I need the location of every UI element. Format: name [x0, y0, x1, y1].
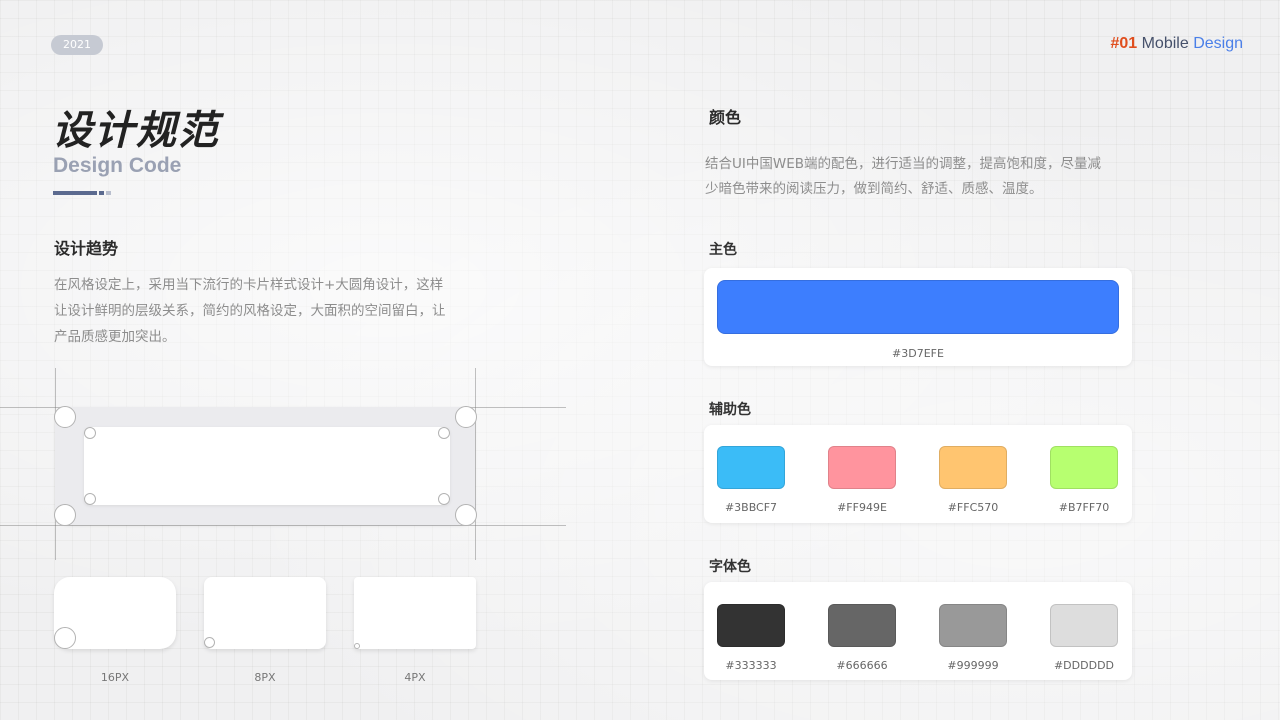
page-subtitle: Design Code	[53, 154, 182, 177]
corner-radius-marker	[84, 427, 96, 439]
font-swatch	[1050, 604, 1118, 647]
title-underline	[53, 191, 97, 195]
corner-radius-marker	[455, 406, 477, 428]
corner-radius-marker	[438, 493, 450, 505]
secondary-swatch	[717, 446, 785, 489]
font-swatch	[828, 604, 896, 647]
primary-color-label: 主色	[709, 242, 737, 258]
corner-radius-marker	[455, 504, 477, 526]
secondary-hex: #B7FF70	[1058, 501, 1110, 514]
secondary-swatch	[1050, 446, 1118, 489]
inner-card-illustration	[84, 427, 450, 505]
font-swatch	[939, 604, 1007, 647]
color-line: 结合UI中国WEB端的配色，进行适当的调整，提高饱和度，尽量减	[705, 156, 1102, 172]
brand-number: #01	[1110, 35, 1138, 52]
corner-radius-marker	[204, 637, 215, 648]
font-hex: #333333	[725, 659, 777, 672]
brand-word-design: Design	[1193, 35, 1243, 52]
corner-radius-marker	[54, 406, 76, 428]
corner-radius-marker	[54, 504, 76, 526]
font-hex: #666666	[836, 659, 888, 672]
brand-title: #01 Mobile Design	[1110, 35, 1243, 53]
secondary-hex: #FFC570	[947, 501, 999, 514]
font-color-label: 字体色	[709, 559, 751, 575]
secondary-hex: #FF949E	[837, 501, 887, 514]
trend-line: 让设计鲜明的层级关系，简约的风格设定，大面积的空间留白，让	[54, 303, 446, 319]
color-heading: 颜色	[709, 108, 742, 127]
year-badge: 2021	[51, 35, 103, 55]
secondary-swatch	[939, 446, 1007, 489]
guide-line	[0, 525, 566, 526]
secondary-color-label: 辅助色	[709, 402, 751, 418]
trend-description: 在风格设定上，采用当下流行的卡片样式设计+大圆角设计，这样 让设计鲜明的层级关系…	[54, 272, 494, 350]
secondary-hex: #3BBCF7	[724, 501, 778, 514]
corner-radius-marker	[84, 493, 96, 505]
radius-4-card	[354, 577, 476, 649]
title-underline-dot	[99, 191, 104, 195]
primary-color-panel: #3D7EFE	[704, 268, 1132, 366]
secondary-swatch	[828, 446, 896, 489]
corner-radius-marker	[354, 643, 360, 649]
trend-line: 产品质感更加突出。	[54, 329, 176, 345]
corner-radius-marker	[438, 427, 450, 439]
font-hex: #999999	[947, 659, 999, 672]
color-line: 少暗色带来的阅读压力，做到简约、舒适、质感、温度。	[705, 181, 1043, 197]
primary-swatch	[717, 280, 1119, 334]
title-underline-dot	[106, 191, 111, 195]
radius-8-card	[204, 577, 326, 649]
font-color-panel: #333333 #666666 #999999 #DDDDDD	[704, 582, 1132, 680]
guide-line	[475, 368, 476, 560]
page-title: 设计规范	[52, 108, 220, 154]
radius-label: 8PX	[254, 671, 276, 684]
font-hex: #DDDDDD	[1053, 659, 1115, 672]
radius-label: 16PX	[100, 671, 130, 684]
trend-line: 在风格设定上，采用当下流行的卡片样式设计+大圆角设计，这样	[54, 277, 444, 293]
font-swatch	[717, 604, 785, 647]
color-description: 结合UI中国WEB端的配色，进行适当的调整，提高饱和度，尽量减 少暗色带来的阅读…	[705, 152, 1145, 202]
brand-word-mobile: Mobile	[1141, 35, 1189, 52]
primary-hex: #3D7EFE	[892, 347, 944, 360]
secondary-color-panel: #3BBCF7 #FF949E #FFC570 #B7FF70	[704, 425, 1132, 523]
radius-label: 4PX	[404, 671, 426, 684]
trend-heading: 设计趋势	[54, 239, 119, 258]
corner-radius-marker	[54, 627, 76, 649]
